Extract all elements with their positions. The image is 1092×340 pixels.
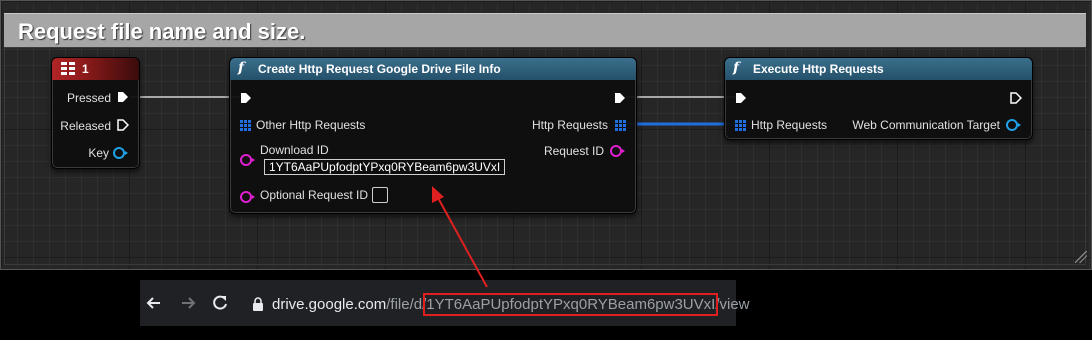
- other-http-requests-array-pin-icon[interactable]: [240, 120, 251, 131]
- optional-request-id-label: Optional Request ID: [260, 188, 369, 202]
- http-requests-out-array-pin-icon[interactable]: [615, 120, 626, 131]
- lock-icon: [253, 297, 263, 311]
- comment-header[interactable]: Request file name and size.: [4, 13, 1086, 47]
- download-id-string-pin-icon[interactable]: [240, 154, 255, 166]
- address-bar[interactable]: drive.google.com/file/d/1YT6AaPUpfodptYP…: [244, 288, 750, 320]
- execute-http-requests-node-header[interactable]: f Execute Http Requests: [725, 58, 1032, 80]
- optional-request-id-pin-icon[interactable]: [240, 191, 255, 203]
- url-path-suffix: /view: [715, 296, 750, 313]
- create-http-request-node-header[interactable]: f Create Http Request Google Drive File …: [230, 58, 636, 80]
- key-object-pin-icon[interactable]: [113, 147, 128, 159]
- resize-grip-icon[interactable]: [1075, 251, 1087, 263]
- optional-request-id-checkbox[interactable]: [372, 187, 388, 203]
- key-pin-label: Key: [88, 146, 109, 160]
- http-requests-out-label: Http Requests: [531, 118, 608, 132]
- browser-toolbar: drive.google.com/file/d/1YT6AaPUpfodptYP…: [140, 280, 750, 326]
- released-exec-pin-icon[interactable]: [117, 119, 129, 131]
- released-pin-label: Released: [60, 119, 111, 133]
- create-http-request-node[interactable]: f Create Http Request Google Drive File …: [229, 57, 637, 214]
- pressed-exec-pin-icon[interactable]: [117, 91, 129, 103]
- http-requests-in-array-pin-icon[interactable]: [735, 120, 746, 131]
- reload-icon: [213, 295, 227, 310]
- key-event-node-header[interactable]: 1: [52, 58, 139, 80]
- execute-http-requests-node[interactable]: f Execute Http Requests Http Requests We…: [724, 57, 1033, 140]
- comment-title: Request file name and size.: [18, 19, 306, 44]
- reload-button[interactable]: [210, 293, 230, 313]
- create-exec-in-pin-icon[interactable]: [240, 92, 252, 104]
- other-http-requests-label: Other Http Requests: [256, 118, 366, 132]
- web-communication-target-label: Web Communication Target: [852, 118, 1000, 132]
- url-file-id-highlight: 1YT6AaPUpfodptYPxq0RYBeam6pw3UVxI: [423, 293, 719, 316]
- download-id-label: Download ID: [260, 143, 329, 157]
- create-exec-out-pin-icon[interactable]: [614, 92, 626, 104]
- arrow-left-icon: [146, 297, 160, 309]
- request-id-out-label: Request ID: [543, 144, 604, 158]
- create-http-request-node-title: Create Http Request Google Drive File In…: [258, 62, 501, 76]
- function-icon: f: [733, 60, 740, 76]
- pressed-pin-label: Pressed: [66, 91, 111, 105]
- arrow-right-icon: [182, 297, 196, 309]
- execute-exec-in-pin-icon[interactable]: [735, 92, 747, 104]
- back-button[interactable]: [144, 293, 164, 313]
- key-event-node-title: 1: [82, 62, 89, 76]
- key-event-node[interactable]: 1 Pressed Released Key: [51, 57, 140, 169]
- forward-button[interactable]: [178, 293, 198, 313]
- web-communication-target-pin-icon[interactable]: [1006, 119, 1021, 131]
- execute-http-requests-node-title: Execute Http Requests: [753, 62, 884, 76]
- http-requests-in-label: Http Requests: [751, 118, 828, 132]
- download-id-input[interactable]: 1YT6AaPUpfodptYPxq0RYBeam6pw3UVxI: [264, 159, 506, 175]
- request-id-out-string-pin-icon[interactable]: [610, 145, 625, 157]
- url-path-prefix: /file/d/: [386, 296, 427, 313]
- execute-exec-out-pin-icon[interactable]: [1010, 92, 1022, 104]
- url-host: drive.google.com: [272, 296, 387, 313]
- url-text: drive.google.com/file/d/1YT6AaPUpfodptYP…: [272, 293, 750, 316]
- keyboard-key-icon: [61, 62, 75, 75]
- function-icon: f: [238, 60, 245, 76]
